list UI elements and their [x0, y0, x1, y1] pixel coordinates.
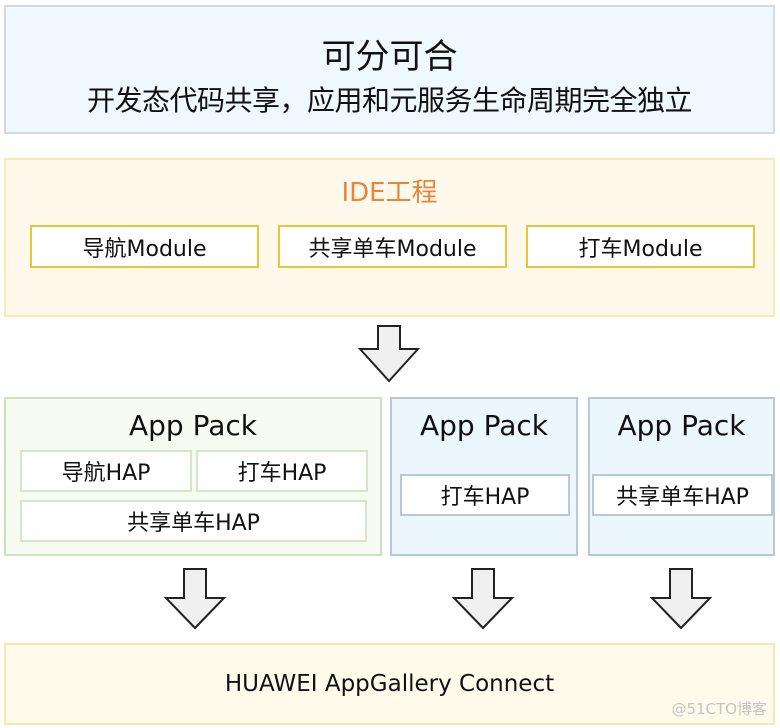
ide-project-box: IDE工程 导航Module 共享单车Module 打车Module [4, 158, 775, 317]
arrow-down-icon [164, 568, 226, 630]
app-pack-ride-hailing: App Pack 打车HAP [390, 397, 578, 556]
appgallery-connect-box: HUAWEI AppGallery Connect @51CTO博客 [4, 643, 775, 725]
hap-navigation: 导航HAP [20, 450, 192, 492]
ide-project-title: IDE工程 [341, 178, 438, 208]
app-pack-title: App Pack [420, 409, 548, 442]
diagram-subtitle: 开发态代码共享，应用和元服务生命周期完全独立 [86, 84, 693, 117]
arrow-down-icon [650, 568, 712, 630]
module-navigation: 导航Module [30, 225, 259, 268]
appgallery-connect-label: HUAWEI AppGallery Connect [224, 671, 555, 697]
arrow-down-icon [358, 325, 420, 383]
diagram-title: 可分可合 [321, 37, 458, 77]
header-box: 可分可合 开发态代码共享，应用和元服务生命周期完全独立 [4, 5, 775, 134]
hap-bike-sharing: 共享单车HAP [20, 500, 367, 542]
watermark: @51CTO博客 [671, 700, 767, 718]
module-bike-sharing: 共享单车Module [278, 225, 507, 268]
app-pack-title: App Pack [129, 409, 257, 442]
app-pack-title: App Pack [617, 409, 746, 442]
module-ride-hailing: 打车Module [526, 225, 755, 268]
arrow-down-icon [452, 568, 514, 630]
app-pack-bike-sharing: App Pack 共享单车HAP [588, 397, 775, 556]
hap-ride-hailing: 打车HAP [196, 450, 368, 492]
hap-ride-hailing: 打车HAP [400, 474, 570, 516]
app-pack-combined: App Pack 导航HAP 打车HAP 共享单车HAP [4, 397, 382, 556]
hap-bike-sharing: 共享单车HAP [592, 474, 773, 516]
